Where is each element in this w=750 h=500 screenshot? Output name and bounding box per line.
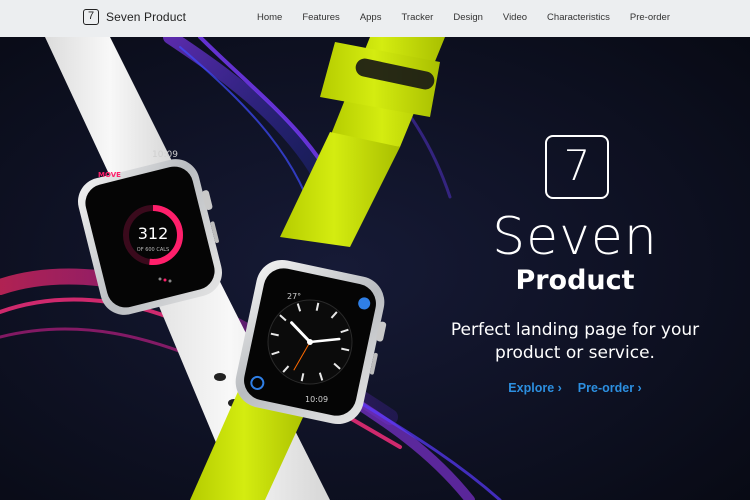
nav-link-home[interactable]: Home [257,12,282,23]
nav-link-design[interactable]: Design [453,12,483,23]
green-watch-time: 10:09 [305,395,328,404]
activity-move-label: MOVE [98,171,121,179]
hero-logo-icon: 7 [545,135,609,199]
hero-title: Seven [492,207,658,267]
brand-logo-icon: 7 [83,9,99,25]
activity-caption: OF 600 CALS [137,247,169,253]
top-navbar: 7 Seven Product Home Features Apps Track… [0,0,750,37]
white-watch-time: 10:09 [152,150,178,160]
main-nav: Home Features Apps Tracker Design Video … [257,12,670,23]
hero-tagline: Perfect landing page for your product or… [420,319,730,365]
hero-tagline-line2: product or service. [495,343,655,363]
activity-value: 312 [138,224,169,243]
green-watch-temp: 27° [287,292,301,301]
nav-link-tracker[interactable]: Tracker [401,12,433,23]
nav-link-characteristics[interactable]: Characteristics [547,12,610,23]
hero-section: 10:09 MOVE 312 OF 600 CALS 27° 10:09 7 S… [0,37,750,500]
hero-cta-row: Explore › Pre-order › [420,381,730,395]
explore-link[interactable]: Explore › [508,381,562,395]
nav-link-features[interactable]: Features [302,12,340,23]
hero-subtitle: Product [515,265,635,296]
brand-logo-link[interactable]: 7 Seven Product [83,9,186,25]
nav-link-preorder[interactable]: Pre-order [630,12,670,23]
hero-content: 7 Seven Product Perfect landing page for… [420,37,730,500]
brand-name: Seven Product [106,10,187,24]
nav-link-video[interactable]: Video [503,12,527,23]
hero-tagline-line1: Perfect landing page for your [450,320,700,340]
nav-link-apps[interactable]: Apps [360,12,382,23]
preorder-link[interactable]: Pre-order › [578,381,642,395]
